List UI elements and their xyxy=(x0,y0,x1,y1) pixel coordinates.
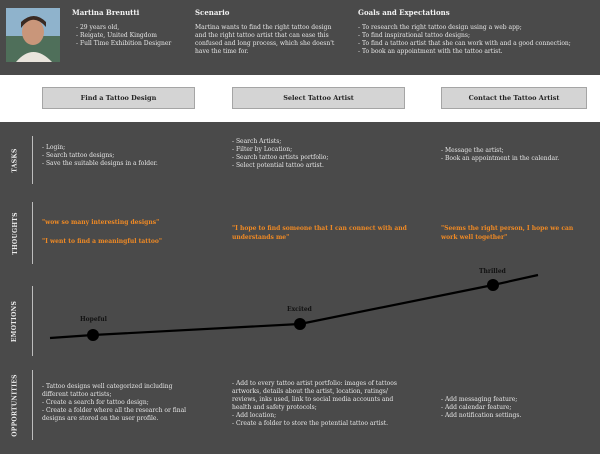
goals-list: To research the right tattoo design usin… xyxy=(358,24,593,56)
journey-stages: Find a Tattoo Design Select Tattoo Artis… xyxy=(0,75,600,121)
persona-header: Martina Brenutti 29 years old, Reigate, … xyxy=(0,0,600,75)
emotion-label-thrilled: Thrilled xyxy=(479,268,506,275)
persona-age: 29 years old, xyxy=(76,24,192,32)
opportunity-item: Add messaging feature; xyxy=(441,396,591,404)
opportunity-item: Add location; xyxy=(232,412,402,420)
opportunity-item: Add calendar feature; xyxy=(441,404,591,412)
goal-item: To find a tattoo artist that she can wor… xyxy=(358,40,593,48)
opportunity-item: Add to every tattoo artist portfolio: im… xyxy=(232,380,402,412)
persona-info: Martina Brenutti 29 years old, Reigate, … xyxy=(72,8,192,48)
stage-contact-artist: Contact the Tattoo Artist xyxy=(441,87,587,109)
opportunities-stage-1: Tattoo designs well categorized includin… xyxy=(42,383,192,423)
goal-item: To find inspirational tattoo designs; xyxy=(358,32,593,40)
goals-block: Goals and Expectations To research the r… xyxy=(358,8,593,56)
opportunities-stage-3: Add messaging feature; Add calendar feat… xyxy=(441,396,591,420)
opportunity-item: Create a search for tattoo design; xyxy=(42,399,192,407)
emotion-label-hopeful: Hopeful xyxy=(80,316,107,323)
persona-photo xyxy=(6,8,60,62)
scenario-text: Martina wants to find the right tattoo d… xyxy=(195,24,335,55)
emotion-point-hopeful xyxy=(87,329,99,341)
persona-job: Full Time Exhibition Designer xyxy=(76,40,192,48)
persona-details: 29 years old, Reigate, United Kingdom Fu… xyxy=(72,24,192,48)
opportunity-item: Create a folder where all the research o… xyxy=(42,407,192,423)
scenario-block: Scenario Martina wants to find the right… xyxy=(195,8,343,56)
opportunity-item: Add notification settings. xyxy=(441,412,591,420)
opportunities-stage-2: Add to every tattoo artist portfolio: im… xyxy=(232,380,402,428)
goal-item: To research the right tattoo design usin… xyxy=(358,24,593,32)
opportunity-item: Create a folder to store the potential t… xyxy=(232,420,402,428)
opportunity-item: Tattoo designs well categorized includin… xyxy=(42,383,192,399)
stage-find-design: Find a Tattoo Design xyxy=(42,87,195,109)
goal-item: To book an appointment with the tattoo a… xyxy=(358,48,593,56)
persona-name: Martina Brenutti xyxy=(72,8,140,17)
persona-location: Reigate, United Kingdom xyxy=(76,32,192,40)
emotion-point-thrilled xyxy=(487,279,499,291)
goals-heading: Goals and Expectations xyxy=(358,8,450,17)
emotion-label-excited: Excited xyxy=(287,306,312,313)
stage-select-artist: Select Tattoo Artist xyxy=(232,87,405,109)
scenario-heading: Scenario xyxy=(195,8,230,17)
emotion-point-excited xyxy=(294,318,306,330)
